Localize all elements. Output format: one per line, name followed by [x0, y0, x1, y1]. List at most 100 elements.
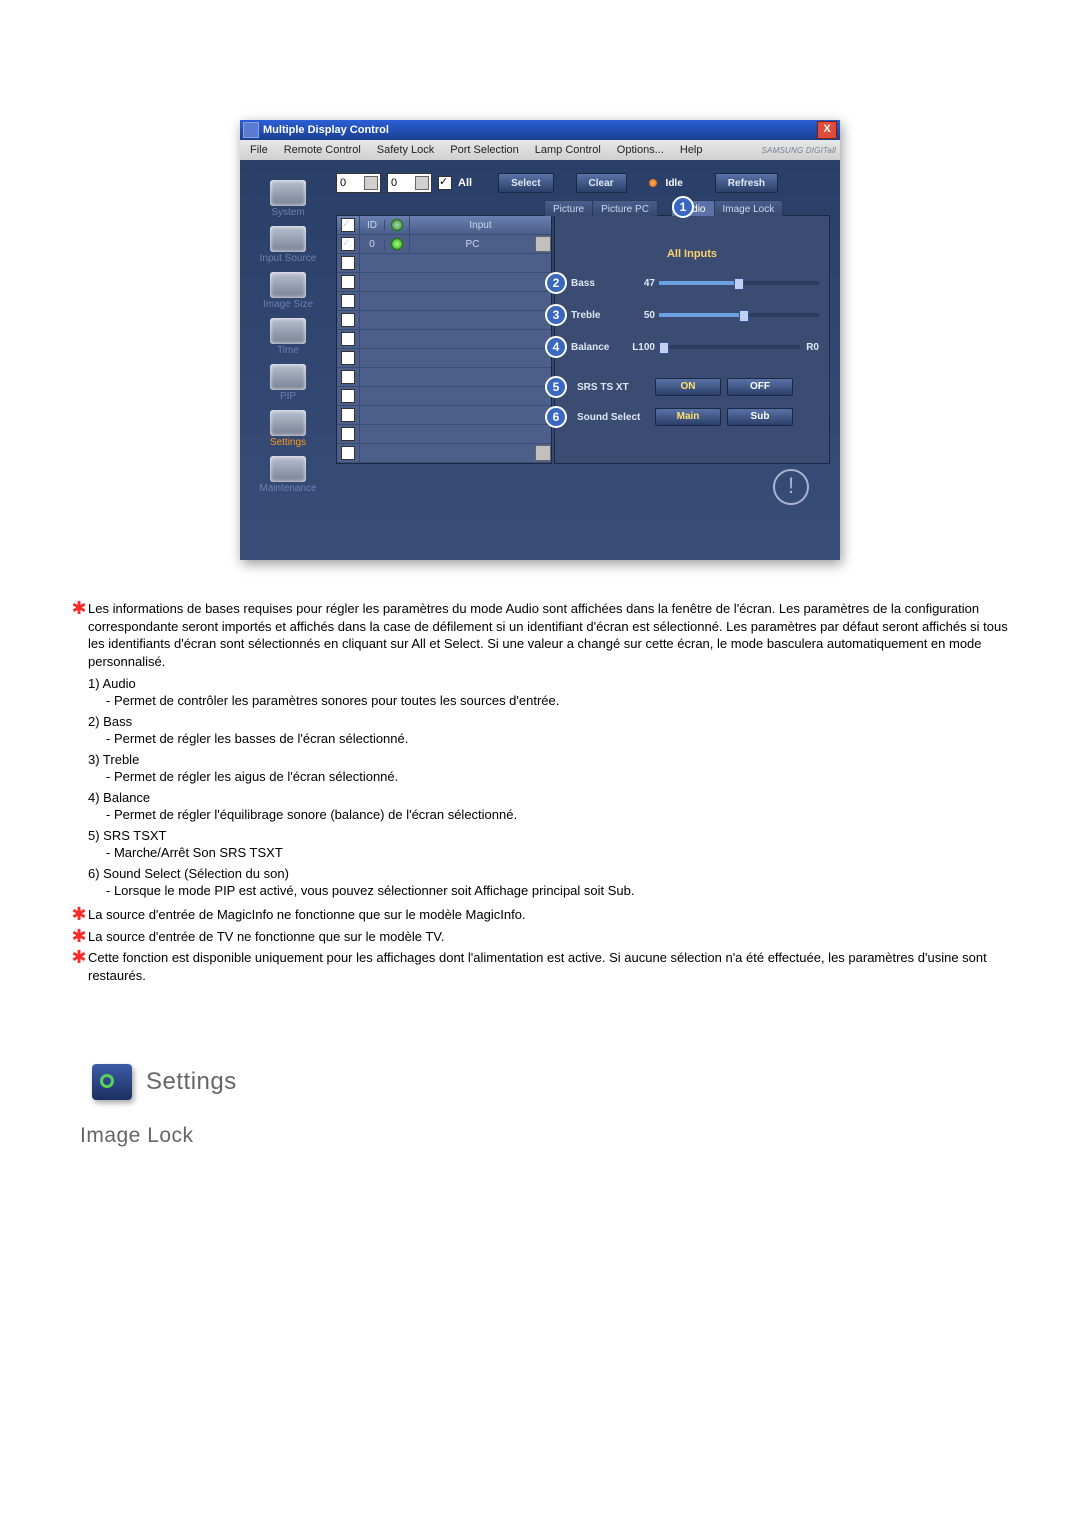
checkbox-all[interactable] [438, 176, 452, 190]
status-icon [391, 219, 403, 231]
clock-icon [270, 318, 306, 344]
main-panel: 0 0 All Select Clear Idle Refresh Pictur… [336, 160, 840, 560]
brand-label: SAMSUNG DIGITall [762, 146, 836, 155]
table-row[interactable] [337, 387, 551, 406]
list-item: 4) Balance [88, 790, 1010, 805]
table-row[interactable] [337, 425, 551, 444]
idle-label: Idle [666, 178, 683, 189]
app-icon [243, 122, 259, 138]
sidebar: System Input Source Image Size Time PIP [240, 160, 336, 560]
table-row[interactable] [337, 368, 551, 387]
balance-label: Balance [571, 342, 625, 353]
table-row[interactable] [337, 330, 551, 349]
menu-lamp-control[interactable]: Lamp Control [527, 144, 609, 156]
table-row[interactable] [337, 406, 551, 425]
toolbar: 0 0 All Select Clear Idle Refresh [336, 172, 830, 194]
sidebar-item-system[interactable]: System [245, 178, 331, 224]
menu-port-selection[interactable]: Port Selection [442, 144, 526, 156]
star-icon: ✱ [70, 906, 88, 924]
table-row[interactable] [337, 349, 551, 368]
sound-main-button[interactable]: Main [655, 408, 721, 426]
settings-icon [270, 410, 306, 436]
table-row[interactable] [337, 444, 551, 463]
bass-value: 47 [625, 278, 655, 289]
list-sub: - Lorsque le mode PIP est activé, vous p… [106, 883, 1010, 898]
menu-remote-control[interactable]: Remote Control [276, 144, 369, 156]
bass-slider[interactable] [659, 281, 819, 285]
table-row[interactable] [337, 311, 551, 330]
section-title: Settings [146, 1068, 237, 1096]
col-id: ID [360, 220, 385, 231]
menu-safety-lock[interactable]: Safety Lock [369, 144, 442, 156]
panel-heading: All Inputs [565, 248, 819, 260]
callout-5: 5 [545, 376, 567, 398]
description-block: ✱ Les informations de bases requises pou… [70, 600, 1010, 984]
callout-3: 3 [545, 304, 567, 326]
select-button[interactable]: Select [498, 173, 553, 193]
subsection-title: Image Lock [80, 1124, 1010, 1148]
callout-2: 2 [545, 272, 567, 294]
star-icon: ✱ [70, 949, 88, 984]
list-item: 1) Audio [88, 676, 1010, 691]
sidebar-item-pip[interactable]: PIP [245, 362, 331, 408]
checkbox-row[interactable] [341, 237, 355, 251]
balance-right: R0 [806, 342, 819, 353]
scroll-down-icon[interactable] [535, 445, 551, 461]
balance-left: L100 [625, 342, 655, 353]
power-icon [270, 180, 306, 206]
sidebar-item-maintenance[interactable]: Maintenance [245, 454, 331, 500]
window-title: Multiple Display Control [263, 124, 817, 136]
star-icon: ✱ [70, 928, 88, 946]
dropdown-group[interactable]: 0 [336, 173, 381, 193]
list-sub: - Permet de régler l'équilibrage sonore … [106, 807, 1010, 822]
note: La source d'entrée de TV ne fonctionne q… [88, 928, 1010, 946]
treble-value: 50 [625, 310, 655, 321]
list-item: 6) Sound Select (Sélection du son) [88, 866, 1010, 881]
table-row[interactable] [337, 292, 551, 311]
callout-4: 4 [545, 336, 567, 358]
app-window: Multiple Display Control X File Remote C… [240, 120, 840, 560]
checkbox-header[interactable] [341, 218, 355, 232]
titlebar: Multiple Display Control X [240, 120, 840, 140]
star-icon: ✱ [70, 600, 88, 670]
sidebar-item-settings[interactable]: Settings [245, 408, 331, 454]
menu-file[interactable]: File [242, 144, 276, 156]
balance-slider[interactable] [659, 345, 800, 349]
table-row[interactable] [337, 273, 551, 292]
tab-picture-pc[interactable]: Picture PC [592, 200, 658, 216]
srs-label: SRS TS XT [577, 382, 649, 393]
treble-slider[interactable] [659, 313, 819, 317]
sound-select-label: Sound Select [577, 412, 649, 423]
srs-on-button[interactable]: ON [655, 378, 721, 396]
menu-options[interactable]: Options... [609, 144, 672, 156]
note: Cette fonction est disponible uniquement… [88, 949, 1010, 984]
sidebar-item-time[interactable]: Time [245, 316, 331, 362]
table-row[interactable] [337, 254, 551, 273]
tab-picture[interactable]: Picture [544, 200, 593, 216]
tab-image-lock[interactable]: Image Lock [714, 200, 784, 216]
list-sub: - Permet de régler les aigus de l'écran … [106, 769, 1010, 784]
clear-button[interactable]: Clear [576, 173, 627, 193]
table-row[interactable]: 0 PC [337, 235, 551, 254]
menu-help[interactable]: Help [672, 144, 711, 156]
scroll-up-icon[interactable] [535, 236, 551, 252]
status-icon [391, 238, 403, 250]
close-icon[interactable]: X [817, 121, 837, 139]
sidebar-item-image-size[interactable]: Image Size [245, 270, 331, 316]
menubar: File Remote Control Safety Lock Port Sel… [240, 140, 840, 160]
image-size-icon [270, 272, 306, 298]
settings-panel: All Inputs 2 Bass 47 3 Tr [554, 215, 830, 464]
bass-label: Bass [571, 278, 625, 289]
sidebar-item-input-source[interactable]: Input Source [245, 224, 331, 270]
callout-1: 1 [672, 196, 694, 218]
srs-off-button[interactable]: OFF [727, 378, 793, 396]
alert-icon: ! [773, 469, 809, 505]
paragraph: Les informations de bases requises pour … [88, 600, 1010, 670]
sound-sub-button[interactable]: Sub [727, 408, 793, 426]
dropdown-id[interactable]: 0 [387, 173, 432, 193]
list-item: 2) Bass [88, 714, 1010, 729]
tabs: Picture Picture PC 1 Audio Image Lock [544, 200, 830, 216]
refresh-button[interactable]: Refresh [715, 173, 778, 193]
treble-label: Treble [571, 310, 625, 321]
list-sub: - Permet de régler les basses de l'écran… [106, 731, 1010, 746]
